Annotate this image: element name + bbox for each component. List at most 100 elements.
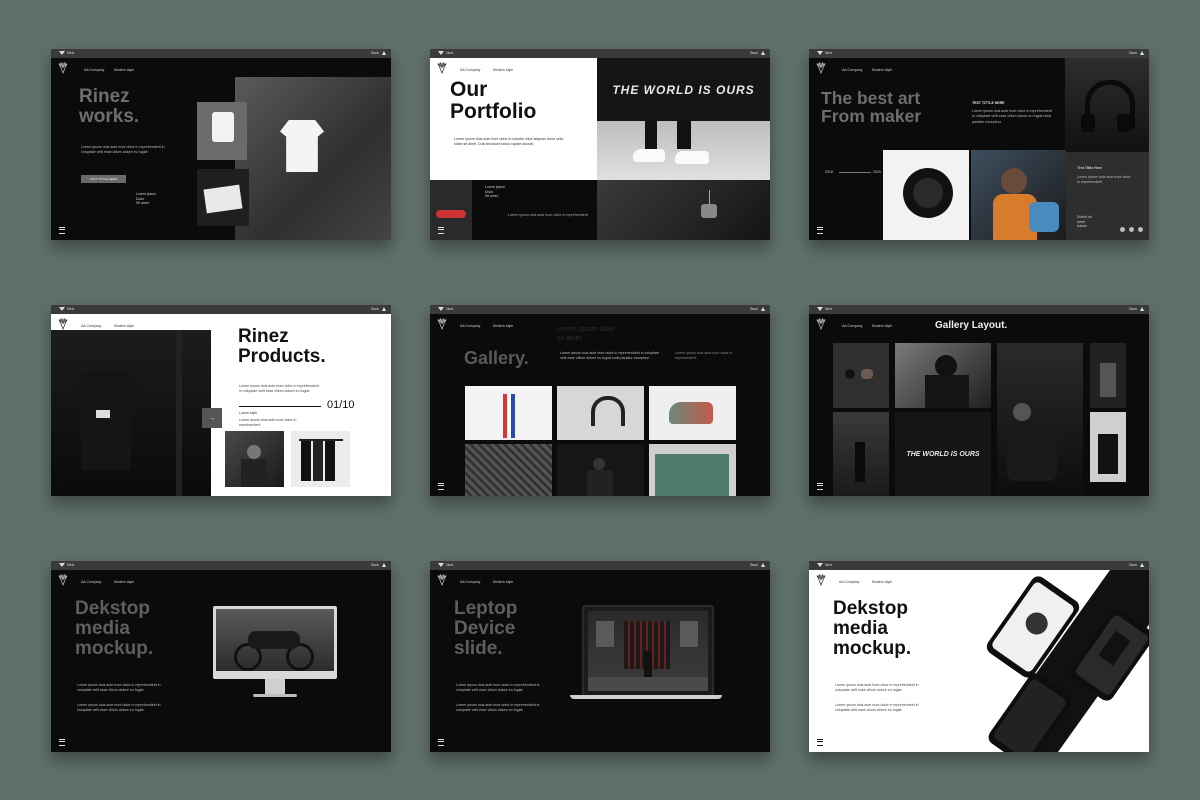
dot-indicator-1[interactable] xyxy=(1120,227,1125,232)
slide-topbar: Next Back xyxy=(51,305,391,314)
dark-portrait-photo xyxy=(557,444,644,496)
next-link[interactable]: Next xyxy=(67,307,74,311)
menu-icon[interactable] xyxy=(438,227,444,234)
dot-indicator-2[interactable] xyxy=(1129,227,1134,232)
style-label: Modern style xyxy=(114,68,135,72)
headphone-closeup-photo xyxy=(883,150,969,240)
next-arrow-icon[interactable] xyxy=(438,563,444,567)
back-link[interactable]: Back xyxy=(750,51,758,55)
menu-icon[interactable] xyxy=(817,227,823,234)
up-arrow-icon[interactable] xyxy=(382,563,386,567)
slide-rinez-products[interactable]: Next Back AA Company Modern style → Rine… xyxy=(51,305,391,496)
antler-logo-icon xyxy=(436,318,448,330)
next-link[interactable]: Next xyxy=(825,307,832,311)
menu-icon[interactable] xyxy=(817,483,823,490)
company-label: AA Company xyxy=(84,68,105,72)
menu-icon[interactable] xyxy=(59,483,65,490)
dot-indicator-3[interactable] xyxy=(1138,227,1143,232)
next-link[interactable]: Next xyxy=(446,563,453,567)
next-link[interactable]: Next xyxy=(825,51,832,55)
menu-icon[interactable] xyxy=(438,739,444,746)
next-arrow-icon[interactable] xyxy=(817,307,823,311)
next-arrow-icon[interactable] xyxy=(817,51,823,55)
tshirt-model-photo xyxy=(197,102,247,160)
sneakers-photo xyxy=(597,121,770,180)
slide-phone-mockup[interactable]: Next Back AA Company Modern style Deksto… xyxy=(809,561,1149,752)
next-arrow-icon[interactable] xyxy=(817,563,823,567)
slide-body: Lorem ipsum duis aute irure dolor in rep… xyxy=(456,683,540,693)
up-arrow-icon[interactable] xyxy=(761,307,765,311)
slide-laptop-device[interactable]: Next Back AA Company Modern style Leptop… xyxy=(430,561,770,752)
neon-sign-gallery-photo: THE WORLD IS OURS xyxy=(895,412,991,496)
back-link[interactable]: Back xyxy=(371,51,379,55)
product-body: Lorem ipsum duis aute irure dolor in rep… xyxy=(239,418,297,428)
back-link[interactable]: Back xyxy=(750,307,758,311)
next-link[interactable]: Next xyxy=(446,307,453,311)
antler-logo-icon xyxy=(815,62,827,74)
back-link[interactable]: Back xyxy=(1129,51,1137,55)
year-start: 2018 xyxy=(825,170,833,174)
slider-arrow-button[interactable]: → xyxy=(202,408,222,428)
slide-gallery-layout[interactable]: Next Back AA Company Modern style Galler… xyxy=(809,305,1149,496)
company-label: AA Company xyxy=(460,324,481,328)
slide-rinez-works[interactable]: Next Back AA Company Modern style Rinez … xyxy=(51,49,391,240)
next-link[interactable]: Next xyxy=(825,563,832,567)
headphones-photo xyxy=(1065,58,1149,152)
back-link[interactable]: Back xyxy=(371,563,379,567)
shoes-on-tiles-photo xyxy=(465,444,552,496)
next-link[interactable]: Next xyxy=(67,51,74,55)
slide-title: Dekstop media mockup. xyxy=(833,598,912,659)
slide-title: Leptop Device slide. xyxy=(454,598,518,659)
menu-icon[interactable] xyxy=(438,483,444,490)
antler-logo-icon xyxy=(815,574,827,586)
next-link[interactable]: Next xyxy=(67,563,74,567)
person-headphones-photo xyxy=(971,150,1066,240)
neon-text: THE WORLD IS OURS xyxy=(612,82,755,97)
up-arrow-icon[interactable] xyxy=(761,563,765,567)
back-link[interactable]: Back xyxy=(750,563,758,567)
up-arrow-icon[interactable] xyxy=(1140,51,1144,55)
slide-body: Lorem ipsum duis aute irure dolor in rep… xyxy=(972,109,1052,124)
style-label: Modern style xyxy=(493,324,514,328)
company-label: AA Company xyxy=(460,580,481,584)
next-arrow-icon[interactable] xyxy=(59,51,65,55)
up-arrow-icon[interactable] xyxy=(761,51,765,55)
up-arrow-icon[interactable] xyxy=(1140,307,1144,311)
next-arrow-icon[interactable] xyxy=(438,51,444,55)
laptop-screen xyxy=(582,605,714,697)
back-link[interactable]: Back xyxy=(1129,563,1137,567)
menu-icon[interactable] xyxy=(817,739,823,746)
earbuds-photo xyxy=(833,343,889,408)
antler-logo-icon xyxy=(815,318,827,330)
company-label: AA Company xyxy=(842,68,863,72)
black-clothes-rack-photo xyxy=(51,330,211,496)
next-arrow-icon[interactable] xyxy=(438,307,444,311)
antler-logo-icon xyxy=(57,318,69,330)
text-title-button[interactable]: TEXT TITTLE HERE xyxy=(81,175,126,183)
antler-logo-icon xyxy=(436,574,448,586)
next-link[interactable]: Next xyxy=(446,51,453,55)
menu-icon[interactable] xyxy=(59,739,65,746)
slide-body: Lorem ipsum duis aute irure dolor in rep… xyxy=(77,683,161,693)
up-arrow-icon[interactable] xyxy=(382,51,386,55)
up-arrow-icon[interactable] xyxy=(1140,563,1144,567)
slide-gallery[interactable]: Next Back AA Company Modern style Lorem … xyxy=(430,305,770,496)
side-caption: Dolorit sit amet lobore xyxy=(1077,215,1092,229)
slide-title: Our Portfolio xyxy=(450,78,537,124)
back-link[interactable]: Back xyxy=(1129,307,1137,311)
menu-icon[interactable] xyxy=(59,227,65,234)
slide-best-art[interactable]: Next Back AA Company Modern style The be… xyxy=(809,49,1149,240)
next-arrow-icon[interactable] xyxy=(59,307,65,311)
style-label: Modern style xyxy=(872,68,893,72)
headphones-gallery-photo xyxy=(557,386,644,440)
up-arrow-icon[interactable] xyxy=(382,307,386,311)
slide-body: Lorem ipsum duis aute irure dolor in rep… xyxy=(835,683,919,693)
style-label: Modern style xyxy=(493,68,514,72)
slide-our-portfolio[interactable]: Next Back AA Company Modern style Our Po… xyxy=(430,49,770,240)
shoes-store-photo xyxy=(430,180,472,240)
next-arrow-icon[interactable] xyxy=(59,563,65,567)
slide-title: Rinez works. xyxy=(79,86,140,127)
back-link[interactable]: Back xyxy=(371,307,379,311)
slide-desktop-mockup[interactable]: Next Back AA Company Modern style Deksto… xyxy=(51,561,391,752)
company-label: AA Company xyxy=(81,324,102,328)
